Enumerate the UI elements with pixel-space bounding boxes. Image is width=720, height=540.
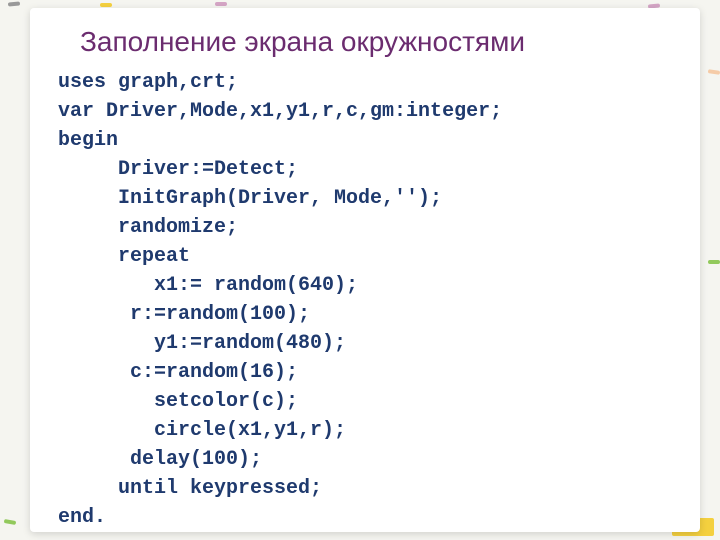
bg-accent	[215, 2, 227, 6]
bg-accent	[8, 1, 20, 6]
code-block: uses graph,crt; var Driver,Mode,x1,y1,r,…	[58, 68, 672, 532]
bg-accent	[4, 519, 17, 525]
bg-accent	[100, 3, 112, 7]
bg-accent	[708, 69, 720, 75]
bg-accent	[708, 260, 720, 264]
slide-card: Заполнение экрана окружностями uses grap…	[30, 8, 700, 532]
slide-title: Заполнение экрана окружностями	[80, 26, 672, 58]
